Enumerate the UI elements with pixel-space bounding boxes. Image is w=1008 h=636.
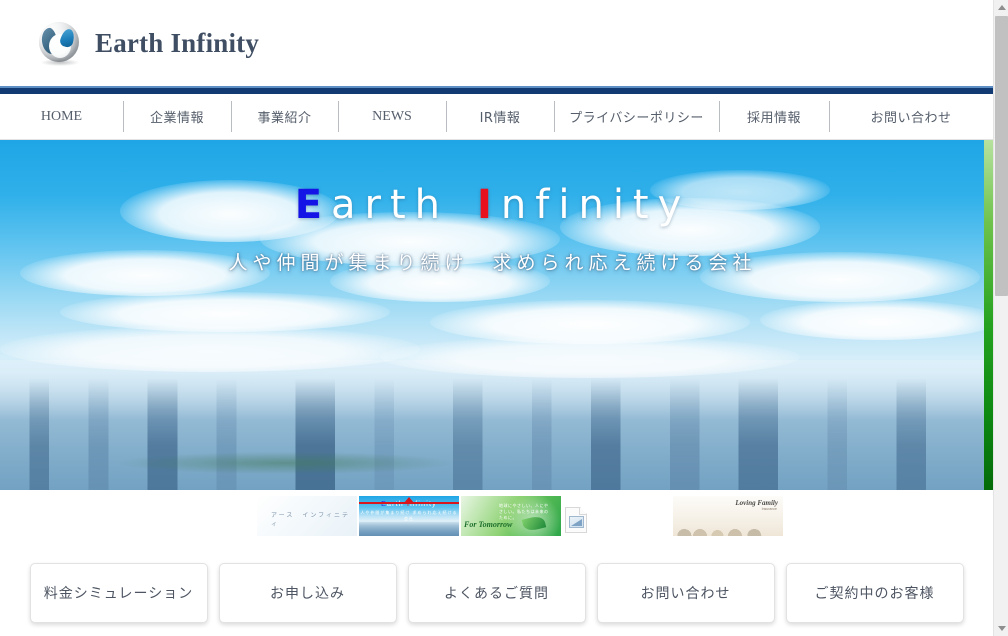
carousel-thumb-caption: Loving Family: [735, 499, 778, 507]
browser-page: Earth Infinity HOME 企業情報 事業紹介 NEWS IR情報 …: [0, 0, 1008, 636]
carousel-thumbnail-strip: アース インフィニティ Earth Infinity 人や仲間が集まり続け 求め…: [257, 496, 785, 536]
existing-customer-button[interactable]: ご契約中のお客様: [785, 563, 964, 623]
hero-subtitle: 人や仲間が集まり続け 求められ応え続ける会社: [228, 252, 757, 274]
fee-simulation-button[interactable]: 料金シミュレーション: [29, 563, 208, 623]
carousel-thumb-subcaption: 人や仲間が集まり続け 求められ応え続ける会社: [360, 510, 458, 521]
site-header: Earth Infinity: [0, 0, 993, 86]
faq-button[interactable]: よくあるご質問: [407, 563, 586, 623]
carousel-thumb-white-earth-infinity[interactable]: アース インフィニティ: [257, 496, 357, 536]
hero-title-arth: arth: [331, 182, 450, 228]
carousel-thumb-green-for-tomorrow[interactable]: 地球にやさしい、人にやさしい。私たちは未来のために。 For Tomorrow: [461, 496, 561, 536]
nav-item-home[interactable]: HOME: [0, 94, 123, 139]
nav-item-company[interactable]: 企業情報: [123, 94, 231, 139]
hero-title: Earth Infinity: [0, 182, 985, 228]
nav-item-business[interactable]: 事業紹介: [231, 94, 338, 139]
hero-next-slide-peek[interactable]: [984, 140, 993, 490]
nav-item-contact[interactable]: お問い合わせ: [829, 94, 993, 139]
site-logo[interactable]: Earth Infinity: [38, 21, 260, 66]
application-button[interactable]: お申し込み: [218, 563, 397, 623]
carousel-thumb-sky-city[interactable]: Earth Infinity 人や仲間が集まり続け 求められ応え続ける会社: [359, 496, 459, 536]
page-viewport: Earth Infinity HOME 企業情報 事業紹介 NEWS IR情報 …: [0, 0, 993, 636]
scrollbar-thumb[interactable]: [995, 16, 1008, 296]
site-logo-text: Earth Infinity: [95, 27, 260, 58]
hero-title-e: E: [294, 182, 332, 228]
quick-action-button-row: 料金シミュレーション お申し込み よくあるご質問 お問い合わせ ご契約中のお客様: [0, 550, 993, 636]
chevron-up-icon[interactable]: [994, 0, 1008, 15]
nav-item-news[interactable]: NEWS: [338, 94, 446, 139]
nav-item-ir[interactable]: IR情報: [446, 94, 554, 139]
chevron-down-icon[interactable]: [994, 621, 1008, 636]
hero-slide-sky-city: Earth Infinity 人や仲間が集まり続け 求められ応え続ける会社: [0, 140, 985, 490]
carousel-thumb-loving-family[interactable]: Loving Family Insurance: [673, 496, 783, 536]
hero-title-i: I: [477, 182, 501, 228]
carousel-thumbnail-bar: アース インフィニティ Earth Infinity 人や仲間が集まり続け 求め…: [0, 490, 993, 550]
hero-carousel[interactable]: Earth Infinity 人や仲間が集まり続け 求められ応え続ける会社: [0, 140, 993, 490]
carousel-thumb-subcaption: Insurance: [761, 507, 777, 511]
carousel-active-marker-icon: [359, 496, 459, 504]
carousel-thumb-caption: アース インフィニティ: [271, 512, 351, 528]
carousel-thumb-subcaption: 地球にやさしい、人にやさしい。私たちは未来のために。: [499, 503, 549, 520]
contact-button[interactable]: お問い合わせ: [596, 563, 775, 623]
broken-image-icon[interactable]: [565, 507, 587, 533]
sphere-droplet-logo-icon: [38, 21, 82, 66]
hero-title-nfinity: nfinity: [500, 182, 691, 228]
carousel-thumb-caption: For Tomorrow: [464, 520, 513, 529]
nav-item-recruit[interactable]: 採用情報: [719, 94, 829, 139]
main-navigation: HOME 企業情報 事業紹介 NEWS IR情報 プライバシーポリシー 採用情報…: [0, 94, 993, 140]
vertical-scrollbar[interactable]: [993, 0, 1008, 636]
nav-item-privacy[interactable]: プライバシーポリシー: [554, 94, 719, 139]
